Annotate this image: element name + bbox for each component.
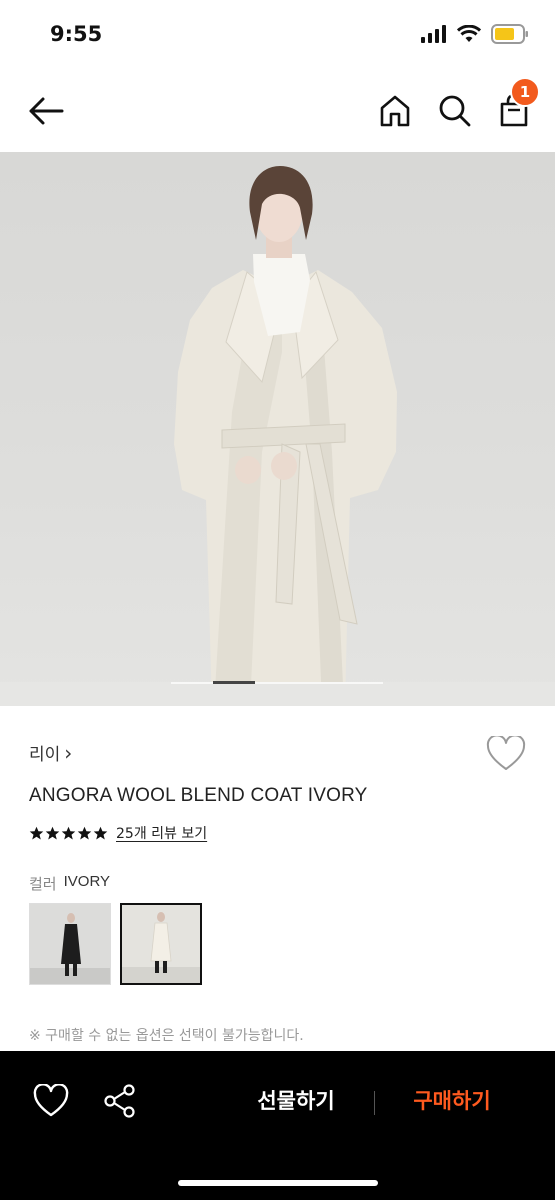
star-icon — [45, 826, 60, 839]
rating-row: 25개 리뷰 보기 — [29, 823, 207, 843]
brand-name: 리이 — [29, 745, 61, 765]
buy-button[interactable]: 구매하기 — [396, 1085, 508, 1115]
color-label: 컬러 — [29, 875, 57, 893]
nav-bar — [0, 72, 555, 152]
color-swatch-black[interactable] — [29, 903, 111, 985]
star-icon — [93, 826, 108, 839]
search-icon[interactable] — [436, 92, 474, 130]
star-icon — [61, 826, 76, 839]
swatch-image-ivory — [122, 905, 200, 983]
heart-icon[interactable] — [486, 736, 526, 772]
status-icons — [421, 24, 529, 44]
star-icon — [29, 826, 44, 839]
carousel-indicator-active — [213, 681, 255, 684]
status-time: 9:55 — [50, 22, 103, 46]
color-row: 컬러 IVORY — [29, 873, 110, 894]
option-notice: ※ 구매할 수 없는 옵션은 선택이 불가능합니다. — [29, 1028, 304, 1044]
swatch-image-black — [30, 904, 110, 984]
brand-link[interactable]: 리이 › — [29, 740, 73, 766]
heart-icon[interactable] — [33, 1084, 69, 1118]
star-icon — [77, 826, 92, 839]
action-divider — [374, 1091, 375, 1115]
cart-count-badge: 1 — [510, 77, 540, 107]
color-swatch-ivory[interactable] — [120, 903, 202, 985]
status-bar: 9:55 — [0, 0, 555, 72]
bottom-action-bar: 선물하기 구매하기 — [0, 1051, 555, 1200]
color-value: IVORY — [63, 873, 111, 890]
product-image-carousel[interactable] — [0, 152, 555, 706]
gift-button[interactable]: 선물하기 — [240, 1085, 352, 1115]
product-name: ANGORA WOOL BLEND COAT IVORY — [29, 785, 368, 806]
back-arrow-icon[interactable] — [26, 94, 66, 128]
wifi-icon — [457, 25, 481, 42]
carousel-indicator — [171, 681, 383, 684]
home-indicator — [178, 1180, 378, 1186]
signal-icon — [421, 25, 446, 43]
product-photo — [0, 166, 555, 706]
battery-icon — [491, 24, 528, 44]
review-link[interactable]: 25개 리뷰 보기 — [116, 823, 207, 843]
home-icon[interactable] — [376, 92, 414, 130]
rating-stars — [29, 826, 108, 841]
chevron-right-icon: › — [64, 740, 73, 765]
share-icon[interactable] — [102, 1083, 138, 1119]
